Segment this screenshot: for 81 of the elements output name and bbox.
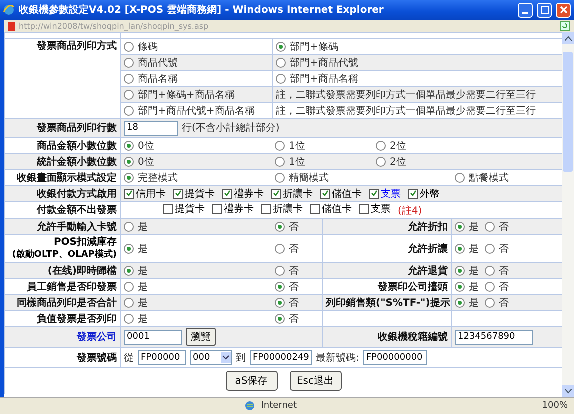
checkbox-option[interactable]: 支票 [359, 202, 391, 216]
to-input[interactable]: FP00000249 [250, 350, 312, 365]
checkbox-option[interactable]: 信用卡 [124, 186, 166, 200]
close-button[interactable] [556, 2, 571, 18]
radio-option[interactable]: 是 [124, 312, 275, 326]
checkbox-option[interactable]: 禮券卡 [212, 202, 254, 216]
checkbox-option[interactable]: 外幣 [408, 186, 440, 200]
radio-option[interactable]: 2位 [376, 138, 477, 152]
window-title: 收銀機參數設定V4.02 [X-POS 雲端商務網] - Windows Internet Explorer [19, 3, 385, 17]
scroll-up-button[interactable] [562, 32, 574, 44]
latest-input[interactable]: FP00000000 [363, 350, 428, 365]
radio-option[interactable]: 是 [455, 220, 485, 234]
company-input[interactable]: 0001 [124, 330, 182, 344]
browser-icon [3, 4, 15, 16]
caret-up-icon [564, 36, 572, 40]
zoom-level[interactable]: 100% [542, 401, 568, 411]
field-label: (啟動OLTP、OLAP模式) [11, 248, 117, 260]
unit-text: 行(不含小計總計部分) [182, 122, 280, 135]
from-input[interactable]: FP00000 [138, 350, 186, 365]
radio-option[interactable]: 否 [275, 242, 299, 256]
radio-option[interactable]: 部門+條碼 [276, 40, 338, 54]
radio-option[interactable]: 是 [124, 296, 275, 310]
refresh-icon[interactable] [560, 21, 570, 31]
maximize-icon [540, 6, 548, 14]
radio-option[interactable]: 是 [124, 220, 275, 234]
caret-down-icon [564, 388, 572, 394]
zone-text: Internet [261, 401, 298, 411]
note-text: 註，二聯式發票需要列印方式一個單品最少需要二行至三行 [276, 90, 536, 100]
note-text: 註，二聯式發票需要列印方式一個單品最少需要二行至三行 [276, 106, 536, 116]
action-button[interactable]: Esc退出 [290, 370, 342, 391]
radio-option[interactable]: 精簡模式 [275, 170, 455, 184]
maximize-button[interactable] [537, 2, 552, 18]
action-button[interactable]: aS保存 [226, 370, 278, 391]
close-icon [560, 6, 568, 14]
radio-option[interactable]: 1位 [275, 138, 376, 152]
radio-option[interactable]: 2位 [376, 154, 477, 168]
radio-option[interactable]: 點餐模式 [455, 170, 555, 184]
radio-option[interactable]: 否 [485, 264, 509, 278]
radio-option[interactable]: 0位 [124, 138, 275, 152]
browse-button[interactable]: 瀏覽 [186, 328, 216, 346]
radio-option[interactable]: 否 [485, 280, 509, 294]
caret-icon [221, 352, 231, 363]
checkbox-option[interactable]: 折讓卡 [261, 202, 303, 216]
checkbox-option[interactable]: 支票 [369, 186, 401, 200]
globe-icon [245, 401, 256, 411]
lines-input[interactable]: 18 [124, 120, 178, 136]
from-label: 從 [124, 352, 134, 364]
radio-option[interactable]: 條碼 [124, 40, 158, 54]
radio-option[interactable]: 是 [455, 242, 485, 256]
radio-option[interactable]: 否 [275, 296, 299, 310]
radio-option[interactable]: 否 [275, 264, 299, 278]
tax-id-input[interactable]: 1234567890 [455, 330, 533, 344]
radio-option[interactable]: 1位 [275, 154, 376, 168]
radio-option[interactable]: 0位 [124, 154, 275, 168]
scroll-down-button[interactable] [562, 385, 574, 397]
footnote-mark: (註4) [398, 206, 422, 217]
radio-option[interactable]: 否 [275, 312, 299, 326]
number-select[interactable]: 000 [190, 350, 232, 365]
checkbox-option[interactable]: 禮券卡 [222, 186, 264, 200]
checkbox-option[interactable]: 折讓卡 [271, 186, 313, 200]
address-url: http://win2008/tw/shoqpin_lan/shoqpin_sys.asp [19, 22, 210, 30]
radio-option[interactable]: 否 [275, 280, 299, 294]
checkbox-option[interactable]: 提貨卡 [173, 186, 215, 200]
radio-option[interactable]: 是 [455, 280, 485, 294]
radio-option[interactable]: 否 [275, 220, 299, 234]
radio-option[interactable]: 是 [455, 264, 485, 278]
checkbox-option[interactable]: 儲值卡 [310, 202, 352, 216]
radio-option[interactable]: 是 [455, 296, 485, 310]
field-label: POS扣減庫存 [52, 236, 117, 248]
radio-option[interactable]: 是 [124, 280, 275, 294]
minimize-button[interactable] [518, 2, 533, 18]
checkbox-option[interactable]: 儲值卡 [320, 186, 362, 200]
radio-option[interactable]: 否 [485, 242, 509, 256]
radio-option[interactable]: 否 [485, 220, 509, 234]
radio-option[interactable]: 完整模式 [124, 170, 275, 184]
checkbox-option[interactable]: 提貨卡 [163, 202, 205, 216]
to-label: 到 [236, 352, 246, 364]
latest-label: 最新號碼: [316, 352, 360, 364]
radio-option[interactable]: 是 [124, 264, 275, 278]
radio-option[interactable]: 是 [124, 242, 275, 256]
radio-option[interactable]: 否 [485, 296, 509, 310]
